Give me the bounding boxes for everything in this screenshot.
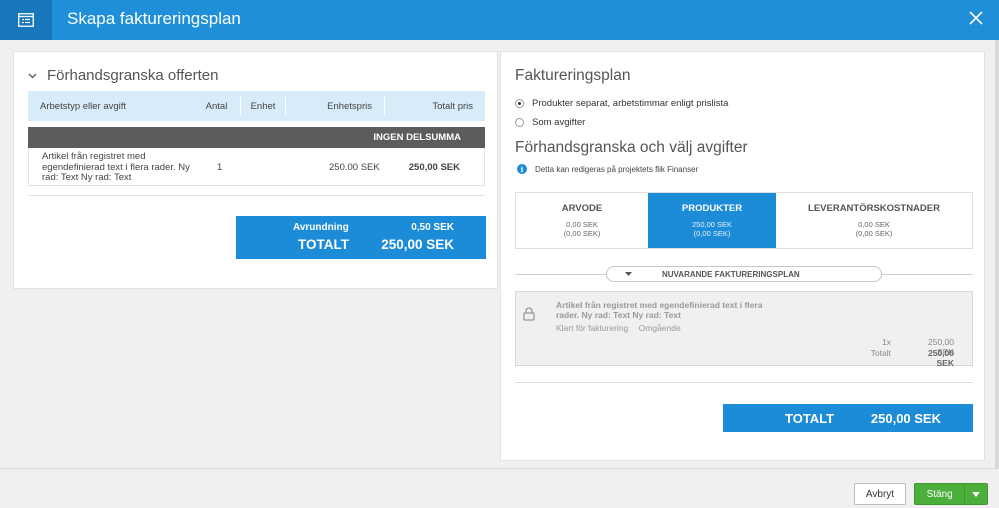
billing-plan-panel: Faktureringsplan Produkter separat, arbe…: [500, 51, 985, 461]
lock-icon: [523, 307, 535, 324]
column-header-quantity: Antal: [205, 100, 228, 112]
column-header-unit-price: Enhetspris: [327, 100, 372, 112]
plan-total-value: 250,00 SEK: [870, 411, 941, 426]
tab-label: LEVERANTÖRSKOSTNADER: [808, 203, 940, 214]
tab-sub-amount: (0,00 SEK): [693, 229, 731, 238]
tab-leverantorskostnader[interactable]: LEVERANTÖRSKOSTNADER 0,00 SEK (0,00 SEK): [776, 193, 972, 248]
row-unit-price: 250.00 SEK: [329, 162, 380, 173]
dialog-title: Skapa faktureringsplan: [67, 9, 241, 28]
info-icon: i: [517, 164, 527, 174]
row-description: Artikel från registret med egendefiniera…: [42, 151, 190, 183]
close-icon[interactable]: [965, 7, 987, 29]
chevron-down-icon: [28, 73, 37, 79]
radio-unselected-icon: [515, 118, 524, 127]
rounding-value: 0,50 SEK: [411, 222, 454, 233]
row-total: 250,00 SEK: [408, 162, 460, 173]
plan-item-total-row: Totalt 250,00 SEK: [851, 348, 954, 368]
tab-sub-amount: (0,00 SEK): [855, 229, 893, 238]
tab-arvode[interactable]: ARVODE 0,00 SEK (0,00 SEK): [516, 193, 648, 248]
plan-item-total-value: 250,00 SEK: [928, 348, 954, 368]
close-button-label: Stäng: [926, 488, 953, 500]
plan-item: Artikel från registret med egendefiniera…: [515, 291, 973, 368]
rounding-label: Avrundning: [293, 222, 349, 233]
column-header-type: Arbetstyp eller avgift: [40, 100, 127, 112]
radio-label: Produkter separat, arbetstimmar enligt p…: [532, 98, 729, 109]
divider: [515, 382, 973, 383]
tab-produkter[interactable]: PRODUKTER 250,00 SEK (0,00 SEK): [648, 193, 776, 248]
offer-total-box: Avrundning 0,50 SEK TOTALT 250,00 SEK: [236, 216, 486, 259]
document-list-icon: [0, 0, 52, 40]
radio-products-separate[interactable]: Produkter separat, arbetstimmar enligt p…: [515, 98, 728, 109]
dialog-header: Skapa faktureringsplan: [0, 0, 999, 40]
radio-as-fees[interactable]: Som avgifter: [515, 117, 585, 128]
plan-item-total-label: Totalt: [870, 348, 891, 358]
fee-category-tabs: ARVODE 0,00 SEK (0,00 SEK) PRODUKTER 250…: [515, 192, 973, 249]
offer-preview-toggle[interactable]: Förhandsgranska offerten: [28, 67, 219, 84]
radio-selected-icon: [515, 99, 524, 108]
plan-total-box: TOTALT 250,00 SEK: [723, 404, 973, 432]
column-header-unit: Enhet: [240, 97, 286, 115]
group-header: INGEN DELSUMMA: [28, 127, 485, 148]
tab-sub-amount: (0,00 SEK): [563, 229, 601, 238]
plan-total-label: TOTALT: [785, 411, 835, 426]
cancel-button[interactable]: Avbryt: [854, 483, 906, 505]
current-plan-label: NUVARANDE FAKTURERINGSPLAN: [662, 269, 800, 279]
offer-preview-title: Förhandsgranska offerten: [47, 67, 219, 84]
row-quantity: 1: [217, 162, 223, 173]
divider: [28, 195, 485, 196]
fees-title: Förhandsgranska och välj avgifter: [515, 139, 748, 156]
radio-label: Som avgifter: [532, 117, 586, 128]
billing-plan-title: Faktureringsplan: [515, 67, 631, 84]
close-button[interactable]: Stäng: [914, 483, 988, 505]
tab-amount: 0,00 SEK: [858, 220, 890, 229]
table-header: Arbetstyp eller avgift Antal Enhet Enhet…: [28, 91, 485, 121]
tab-amount: 0,00 SEK: [566, 220, 598, 229]
column-header-total-price: Totalt pris: [384, 97, 485, 115]
scrollbar[interactable]: [995, 40, 999, 468]
caret-down-icon[interactable]: [964, 484, 987, 504]
plan-item-timing: Omgående: [638, 323, 681, 333]
dialog-footer: Avbryt Stäng: [0, 468, 999, 508]
info-text: Detta kan redigeras på projektets flik F…: [535, 164, 699, 174]
offer-total-value: 250,00 SEK: [381, 237, 454, 252]
plan-item-status-text: Klart för fakturering: [556, 323, 629, 333]
plan-item-description: Artikel från registret med egendefiniera…: [556, 300, 763, 320]
caret-down-icon: [625, 272, 632, 276]
table-row: Artikel från registret med egendefiniera…: [28, 148, 485, 186]
info-note: i Detta kan redigeras på projektets flik…: [517, 164, 698, 174]
offer-total-label: TOTALT: [298, 237, 349, 252]
tab-label: PRODUKTER: [681, 203, 743, 214]
current-plan-toggle[interactable]: NUVARANDE FAKTURERINGSPLAN: [606, 266, 882, 282]
offer-preview-panel: Förhandsgranska offerten Arbetstyp eller…: [13, 51, 498, 289]
plan-item-status: Klart för fakturering Omgående: [556, 323, 689, 333]
tab-label: ARVODE: [561, 203, 603, 214]
tab-amount: 250,00 SEK: [691, 220, 733, 229]
